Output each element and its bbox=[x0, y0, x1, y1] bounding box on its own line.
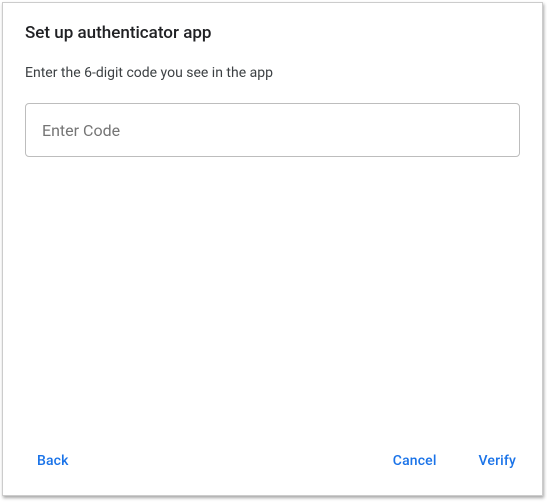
cancel-button[interactable]: Cancel bbox=[381, 445, 449, 477]
verify-button[interactable]: Verify bbox=[467, 445, 528, 477]
authenticator-setup-dialog: Set up authenticator app Enter the 6-dig… bbox=[2, 2, 543, 496]
back-button[interactable]: Back bbox=[25, 445, 81, 477]
code-input[interactable] bbox=[25, 103, 520, 157]
dialog-footer: Back Cancel Verify bbox=[3, 429, 542, 495]
dialog-content: Set up authenticator app Enter the 6-dig… bbox=[3, 3, 542, 429]
dialog-title: Set up authenticator app bbox=[25, 23, 520, 43]
footer-right-actions: Cancel Verify bbox=[381, 445, 528, 477]
instruction-text: Enter the 6-digit code you see in the ap… bbox=[25, 65, 520, 81]
